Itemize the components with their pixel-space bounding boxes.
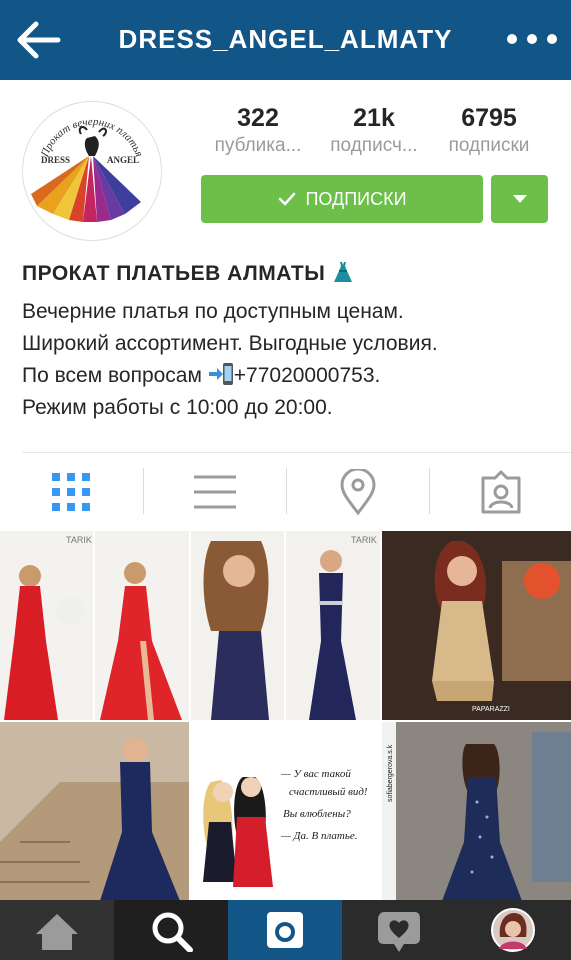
post-thumbnail[interactable]: PAPARAZZI: [382, 531, 571, 720]
profile-nav-button[interactable]: [456, 900, 570, 960]
svg-text:счастливый вид!: счастливый вид!: [289, 786, 368, 798]
bottom-navigation-bar: [0, 900, 571, 960]
profile-avatar[interactable]: Прокат вечерних платья DRESS ANGEL: [22, 101, 162, 241]
post-thumbnail[interactable]: TARIK: [0, 531, 189, 720]
section-divider: [22, 452, 571, 453]
post-thumbnail[interactable]: sofiabergerova.s.k: [382, 722, 571, 901]
search-nav-button[interactable]: [114, 900, 228, 960]
svg-text:— Да. В платье.: — Да. В платье.: [280, 830, 358, 842]
bio-line-2: Широкий ассортимент. Выгодные условия.: [22, 332, 438, 355]
svg-text:PAPARAZZI: PAPARAZZI: [472, 706, 510, 713]
followers-count: 21k: [353, 104, 395, 132]
bio-line-3: По всем вопросам +77020000753.: [22, 363, 381, 387]
camera-nav-button[interactable]: [228, 900, 342, 960]
posts-label: публика...: [214, 135, 302, 156]
bio-line-4: Режим работы с 10:00 до 20:00.: [22, 396, 333, 419]
search-icon: [152, 912, 193, 952]
bio-line-1: Вечерние платья по доступным ценам.: [22, 300, 404, 323]
chevron-down-icon: [512, 195, 527, 203]
location-pin-icon: [340, 469, 376, 515]
tagged-photos-tab[interactable]: [430, 464, 571, 520]
following-count-stat[interactable]: 6795 подписки: [429, 104, 549, 157]
posts-grid: TARIK TARIK PAPARAZZI — У вас такой счас…: [0, 531, 571, 901]
following-button[interactable]: ПОДПИСКИ: [201, 175, 483, 223]
grid-icon: [52, 473, 90, 511]
list-view-tab[interactable]: [144, 464, 286, 520]
svg-text:— У вас такой: — У вас такой: [280, 768, 351, 780]
home-nav-button[interactable]: [0, 900, 114, 960]
following-button-label: ПОДПИСКИ: [305, 188, 407, 209]
phone-arrow-emoji-icon: [208, 363, 233, 385]
profile-view-tabs: [0, 464, 571, 520]
posts-count-stat[interactable]: 322 публика...: [198, 104, 318, 157]
more-dots-icon[interactable]: [507, 24, 557, 54]
post-thumbnail[interactable]: TARIK: [191, 531, 380, 720]
profile-full-name: ПРОКАТ ПЛАТЬЕВ АЛМАТЫ: [22, 261, 562, 286]
top-navigation-bar: DRESS_ANGEL_ALMATY: [0, 0, 571, 80]
activity-nav-button[interactable]: [342, 900, 456, 960]
profile-bio: ПРОКАТ ПЛАТЬЕВ АЛМАТЫ Вечерние платья по…: [22, 261, 562, 424]
tagged-person-icon: [481, 470, 521, 514]
svg-text:Вы влюблены?: Вы влюблены?: [283, 808, 351, 820]
grid-view-tab[interactable]: [0, 464, 142, 520]
posts-count: 322: [237, 104, 279, 132]
camera-icon: [267, 912, 303, 948]
list-icon: [194, 475, 236, 509]
post-thumbnail[interactable]: — У вас такой счастливый вид! Вы влюблен…: [191, 722, 380, 901]
dress-emoji-icon: [333, 262, 352, 282]
following-label: подписки: [448, 135, 530, 156]
home-icon: [36, 914, 78, 950]
bio-phone-number[interactable]: +77020000753.: [234, 364, 381, 387]
svg-text:sofiabergerova.s.k: sofiabergerova.s.k: [387, 744, 394, 802]
avatar-logo-right: ANGEL: [107, 155, 139, 165]
avatar-logo-left: DRESS: [41, 155, 70, 165]
profile-avatar-icon: [491, 908, 535, 952]
following-count: 6795: [461, 104, 517, 132]
followers-count-stat[interactable]: 21k подписч...: [314, 104, 434, 157]
post-thumbnail[interactable]: [0, 722, 189, 901]
profile-username-title: DRESS_ANGEL_ALMATY: [118, 24, 453, 54]
checkmark-icon: [279, 192, 296, 206]
svg-text:TARIK: TARIK: [66, 535, 92, 545]
followers-label: подписч...: [330, 135, 418, 156]
location-tab[interactable]: [287, 464, 429, 520]
suggestions-dropdown-button[interactable]: [491, 175, 548, 223]
activity-heart-icon: [378, 912, 420, 952]
svg-text:TARIK: TARIK: [351, 535, 377, 545]
